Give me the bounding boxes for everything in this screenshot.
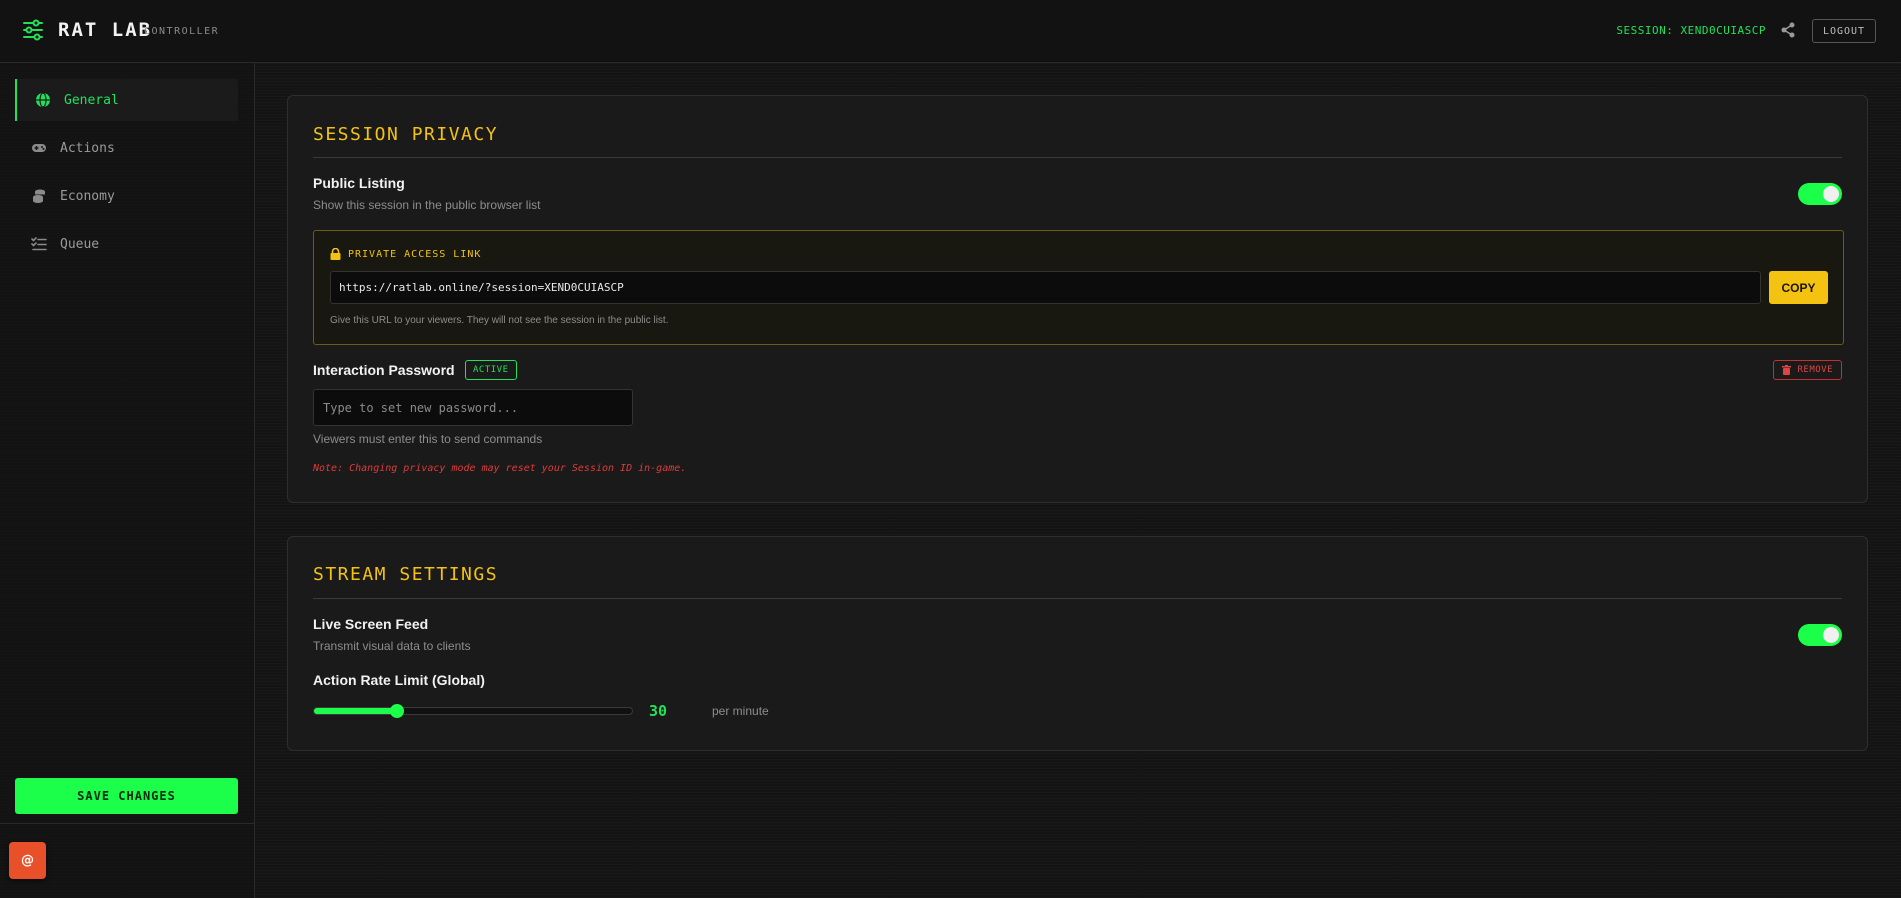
session-id-label: SESSION: XEND0CUIASCP	[1616, 24, 1766, 37]
sidebar-item-general[interactable]: General	[15, 79, 238, 121]
sidebar-item-label: Queue	[60, 236, 100, 252]
sliders-icon	[23, 19, 43, 41]
coins-icon	[33, 189, 45, 203]
share-icon[interactable]	[1780, 22, 1796, 38]
section-title: SESSION PRIVACY	[313, 124, 499, 145]
private-link-input[interactable]	[330, 271, 1761, 304]
private-access-box: PRIVATE ACCESS LINK COPY Give this URL t…	[313, 230, 1844, 345]
globe-icon	[36, 92, 50, 108]
remove-label: REMOVE	[1797, 365, 1833, 375]
rate-limit-title: Action Rate Limit (Global)	[313, 672, 485, 688]
private-link-hint: Give this URL to your viewers. They will…	[330, 315, 669, 326]
private-access-label-text: PRIVATE ACCESS LINK	[348, 248, 482, 260]
sidebar-item-label: Actions	[60, 140, 115, 156]
private-access-label: PRIVATE ACCESS LINK	[330, 248, 481, 260]
slider-thumb[interactable]	[389, 704, 404, 718]
password-description: Viewers must enter this to send commands	[313, 432, 543, 446]
live-feed-description: Transmit visual data to clients	[313, 639, 471, 653]
sidebar-item-actions[interactable]: Actions	[15, 127, 238, 169]
copy-link-button[interactable]: COPY	[1769, 271, 1828, 304]
section-title: STREAM SETTINGS	[313, 564, 499, 585]
live-feed-title: Live Screen Feed	[313, 616, 429, 632]
gamepad-icon	[32, 144, 46, 152]
public-listing-title: Public Listing	[313, 175, 405, 191]
trash-icon	[1782, 365, 1792, 375]
rate-limit-slider[interactable]	[313, 704, 633, 718]
divider	[313, 157, 1842, 158]
sidebar: General Actions Economy Queue	[0, 63, 255, 898]
list-check-icon	[31, 237, 47, 251]
sidebar-item-label: General	[64, 92, 119, 108]
sidebar-item-label: Economy	[60, 188, 115, 204]
rate-limit-unit: per minute	[712, 704, 769, 718]
slider-fill	[314, 708, 397, 714]
sidebar-item-economy[interactable]: Economy	[15, 175, 238, 217]
password-input[interactable]	[313, 389, 633, 426]
remove-password-button[interactable]: REMOVE	[1773, 360, 1842, 380]
password-title: Interaction Password	[313, 362, 455, 378]
privacy-note: Note: Changing privacy mode may reset yo…	[313, 463, 687, 474]
public-listing-toggle[interactable]	[1798, 183, 1842, 205]
public-listing-description: Show this session in the public browser …	[313, 198, 541, 212]
session-privacy-card: SESSION PRIVACY Public Listing Show this…	[287, 95, 1868, 503]
stream-settings-card: STREAM SETTINGS Live Screen Feed Transmi…	[287, 536, 1868, 751]
app-title: RAT LAB	[58, 19, 153, 41]
password-status-badge: ACTIVE	[465, 360, 517, 380]
divider	[313, 598, 1842, 599]
at-badge[interactable]: @	[9, 842, 46, 879]
logout-button[interactable]: LOGOUT	[1812, 19, 1876, 43]
top-header: RAT LAB CONTROLLER SESSION: XEND0CUIASCP…	[0, 0, 1901, 63]
live-feed-toggle[interactable]	[1798, 624, 1842, 646]
lock-icon	[330, 248, 341, 260]
sidebar-item-queue[interactable]: Queue	[15, 223, 238, 265]
rate-limit-value: 30	[649, 702, 668, 720]
app-subtitle: CONTROLLER	[144, 26, 220, 37]
save-changes-button[interactable]: SAVE CHANGES	[15, 778, 238, 814]
